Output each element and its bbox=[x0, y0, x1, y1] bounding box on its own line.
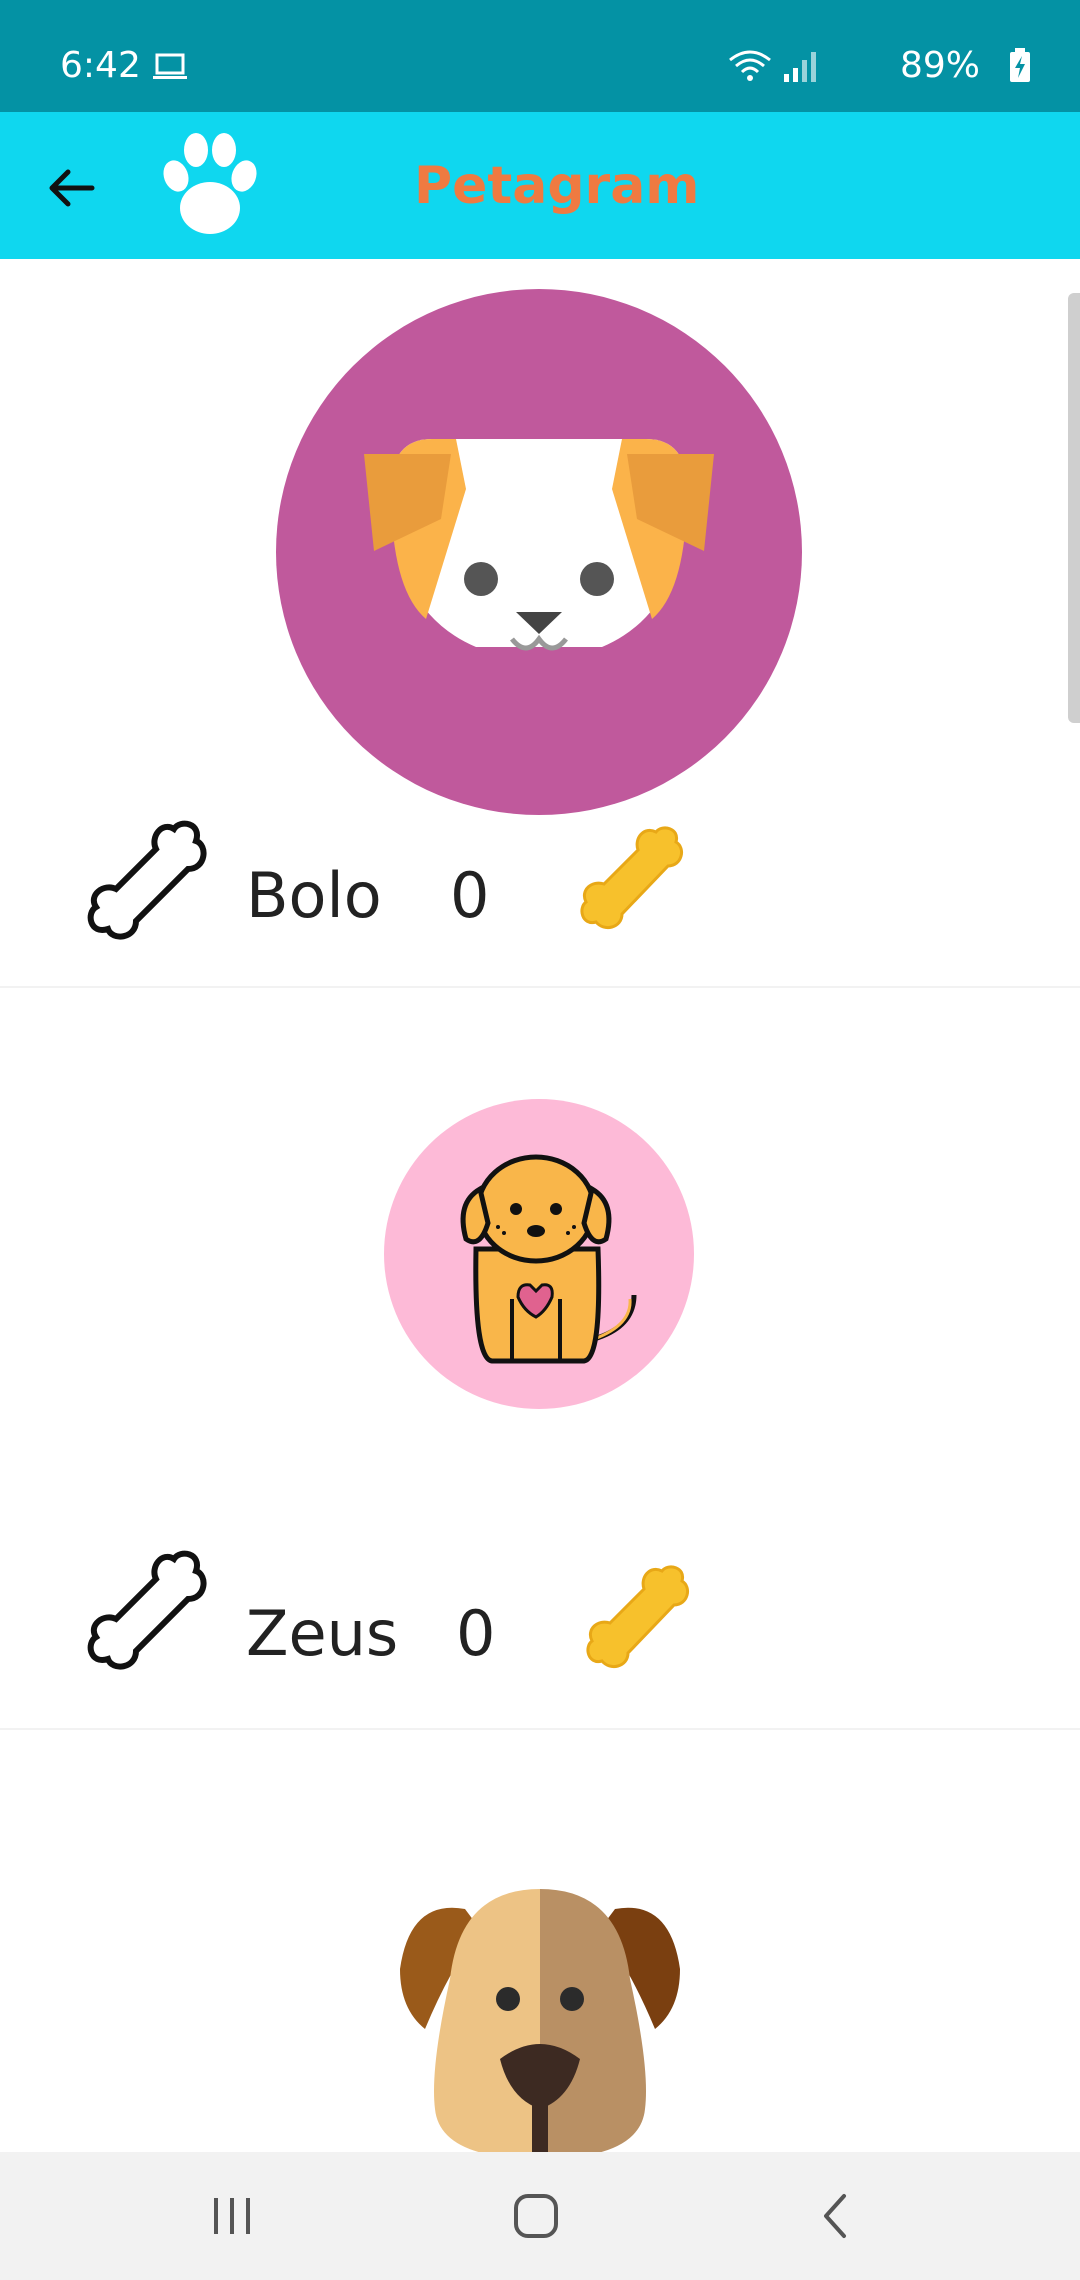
pet-photo-brown-dog bbox=[400, 1889, 680, 2152]
pet-likes-count: 0 bbox=[456, 1597, 496, 1670]
pet-card: Bolo 0 bbox=[0, 259, 1080, 989]
pet-name: Bolo bbox=[246, 859, 382, 932]
pet-card bbox=[0, 1729, 1080, 2152]
bone-outline-icon[interactable] bbox=[78, 811, 214, 947]
pet-photo-dog-face bbox=[276, 289, 802, 815]
home-icon[interactable] bbox=[506, 2186, 566, 2246]
system-nav-bar bbox=[0, 2152, 1080, 2280]
battery-percent: 89% bbox=[899, 45, 980, 86]
status-right-group: 89% bbox=[712, 40, 1032, 90]
gold-bone-icon bbox=[586, 1565, 690, 1669]
back-arrow-icon[interactable] bbox=[36, 152, 108, 224]
pet-list[interactable]: Bolo 0 Zeus 0 bbox=[0, 259, 1080, 2152]
app-title: Petagram bbox=[414, 156, 700, 216]
status-bar: 6:42 89% bbox=[0, 0, 1080, 112]
battery-charging-icon bbox=[1010, 48, 1030, 82]
scrollbar-thumb[interactable] bbox=[1068, 293, 1080, 723]
pet-likes-count: 0 bbox=[450, 859, 490, 932]
bone-outline-icon[interactable] bbox=[78, 1541, 214, 1677]
laptop-icon bbox=[153, 53, 187, 79]
wifi-icon bbox=[729, 50, 771, 81]
recent-apps-icon[interactable] bbox=[202, 2186, 262, 2246]
paw-icon bbox=[163, 133, 257, 234]
pet-card: Zeus 0 bbox=[0, 989, 1080, 1729]
app-bar: Petagram bbox=[0, 112, 1080, 259]
pet-name: Zeus bbox=[246, 1597, 399, 1670]
pet-photo-puppy bbox=[384, 1099, 694, 1409]
gold-bone-icon bbox=[580, 826, 684, 930]
signal-icon bbox=[784, 52, 816, 82]
card-divider bbox=[0, 986, 1080, 988]
back-icon[interactable] bbox=[806, 2186, 866, 2246]
status-time: 6:42 bbox=[60, 45, 141, 86]
